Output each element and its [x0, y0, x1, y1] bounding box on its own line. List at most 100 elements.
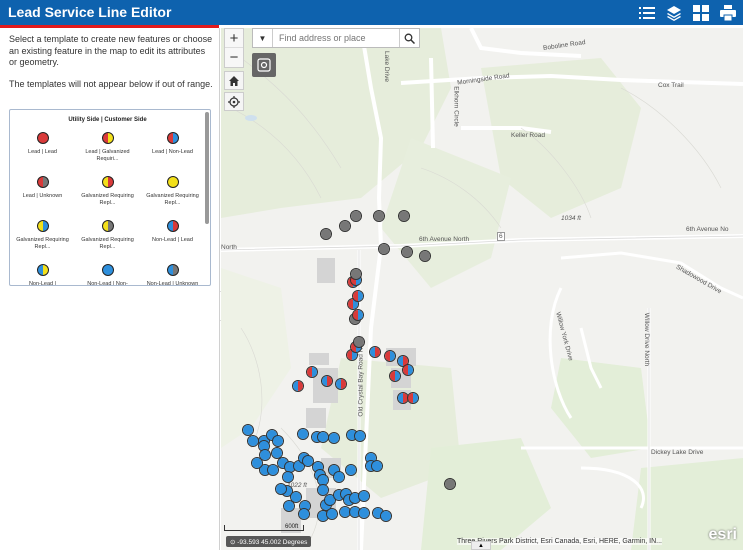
service-line-point[interactable]	[369, 346, 381, 358]
template-item[interactable]: Galvanized Requiring Repl...	[140, 176, 205, 207]
road-label: Keller Road	[511, 132, 545, 139]
service-line-point[interactable]	[378, 243, 390, 255]
template-item[interactable]: Galvanized Requiring Repl...	[75, 176, 140, 207]
service-line-point[interactable]	[350, 210, 362, 222]
template-symbol-icon	[166, 264, 179, 276]
chevron-down-icon: ▼	[258, 33, 267, 43]
template-symbol-icon	[166, 176, 179, 188]
coordinate-readout[interactable]: ⊙ -93.593 45.002 Degrees	[226, 536, 312, 547]
template-item[interactable]: Lead | Galvanized Requiri...	[75, 132, 140, 163]
service-line-point[interactable]	[321, 375, 333, 387]
template-item[interactable]: Lead | Unknown	[10, 176, 75, 200]
service-line-point[interactable]	[267, 464, 279, 476]
service-line-point[interactable]	[407, 392, 419, 404]
template-symbol-icon	[36, 176, 49, 188]
template-label: Lead | Lead	[28, 149, 57, 155]
zoom-out-button[interactable]: −	[225, 48, 243, 67]
service-line-point[interactable]	[282, 471, 294, 483]
home-button[interactable]	[224, 71, 244, 90]
service-line-point[interactable]	[384, 350, 396, 362]
app-title: Lead Service Line Editor	[8, 4, 172, 20]
search-button[interactable]	[399, 29, 419, 47]
service-line-point[interactable]	[306, 366, 318, 378]
service-line-point[interactable]	[297, 428, 309, 440]
service-line-point[interactable]	[335, 378, 347, 390]
search-input[interactable]	[273, 29, 399, 47]
zoom-in-button[interactable]: +	[225, 29, 243, 48]
service-line-point[interactable]	[328, 432, 340, 444]
road-label: Dickey Lake Drive	[651, 449, 704, 456]
search-source-dropdown[interactable]: ▼	[253, 29, 273, 47]
service-line-point[interactable]	[358, 490, 370, 502]
list-icon[interactable]	[637, 3, 656, 22]
service-line-point[interactable]	[444, 478, 456, 490]
service-line-point[interactable]	[345, 464, 357, 476]
template-picker-title: Utility Side | Customer Side	[68, 117, 147, 123]
service-line-point[interactable]	[380, 510, 392, 522]
app-header: Lead Service Line Editor	[0, 0, 743, 25]
template-scrollbar[interactable]	[205, 112, 209, 224]
template-label: Lead | Galvanized Requiri...	[85, 149, 130, 162]
service-line-point[interactable]	[389, 370, 401, 382]
service-line-point[interactable]	[326, 508, 338, 520]
service-line-point[interactable]	[272, 435, 284, 447]
locate-button[interactable]	[224, 92, 244, 111]
service-line-point[interactable]	[402, 364, 414, 376]
road-label: 6th Avenue North	[419, 236, 470, 243]
scale-label: 600ft	[285, 524, 299, 530]
service-line-point[interactable]	[350, 268, 362, 280]
service-line-point[interactable]	[292, 380, 304, 392]
service-line-point[interactable]	[354, 430, 366, 442]
template-label: Non-Lead | Non-	[87, 281, 128, 286]
template-item[interactable]: Lead | Lead	[10, 132, 75, 156]
search-icon	[404, 33, 415, 44]
template-item[interactable]: Non-Lead |	[10, 264, 75, 286]
template-item[interactable]: Non-Lead | Lead	[140, 220, 205, 244]
editor-panel: Select a template to create new features…	[0, 28, 220, 550]
template-label: Non-Lead |	[28, 281, 57, 286]
service-line-point[interactable]	[358, 507, 370, 519]
template-symbol-icon	[166, 132, 179, 144]
template-label: Galvanized Requiring Repl...	[81, 237, 134, 250]
service-line-point[interactable]	[283, 500, 295, 512]
basemap-gallery-icon[interactable]	[691, 3, 710, 22]
coordinate-text: -93.593 45.002 Degrees	[237, 539, 308, 546]
service-line-point[interactable]	[401, 246, 413, 258]
service-line-point[interactable]	[373, 210, 385, 222]
template-label: Galvanized Requiring Repl...	[146, 193, 199, 206]
template-symbol-icon	[101, 132, 114, 144]
layers-icon[interactable]	[664, 3, 683, 22]
road-label: Lake Drive	[383, 50, 391, 83]
service-line-point[interactable]	[419, 250, 431, 262]
template-label: Lead | Unknown	[22, 193, 63, 199]
chevron-up-icon: ▲	[478, 542, 484, 549]
expand-attribution-button[interactable]: ▲	[471, 541, 491, 550]
template-label: Lead | Non-Lead	[152, 149, 193, 155]
elevation-label: 1034 ft	[561, 215, 581, 222]
template-item[interactable]: Lead | Non-Lead	[140, 132, 205, 156]
template-symbol-icon	[36, 220, 49, 232]
template-item[interactable]: Galvanized Requiring Repl...	[75, 220, 140, 251]
service-line-point[interactable]	[398, 210, 410, 222]
service-line-point[interactable]	[371, 460, 383, 472]
service-line-point[interactable]	[339, 220, 351, 232]
template-item[interactable]: Non-Lead | Non-	[75, 264, 140, 286]
service-line-point[interactable]	[352, 290, 364, 302]
template-item[interactable]: Galvanized Requiring Repl...	[10, 220, 75, 251]
service-line-point[interactable]	[353, 336, 365, 348]
template-item[interactable]: Non-Lead | Unknown	[140, 264, 205, 286]
service-line-point[interactable]	[320, 228, 332, 240]
map-view[interactable]: Boboline Road Morningside Road Cox Trail…	[221, 28, 743, 550]
service-line-point[interactable]	[251, 457, 263, 469]
service-line-point[interactable]	[352, 309, 364, 321]
service-line-point[interactable]	[333, 471, 345, 483]
service-line-point[interactable]	[298, 508, 310, 520]
template-symbol-icon	[101, 264, 114, 276]
screenshot-button[interactable]	[252, 53, 276, 77]
template-label: Galvanized Requiring Repl...	[16, 237, 69, 250]
template-label: Non-Lead | Lead	[152, 237, 193, 243]
template-label: Non-Lead | Unknown	[146, 281, 199, 286]
service-line-point[interactable]	[275, 483, 287, 495]
template-symbol-icon	[101, 176, 114, 188]
print-icon[interactable]	[718, 3, 737, 22]
